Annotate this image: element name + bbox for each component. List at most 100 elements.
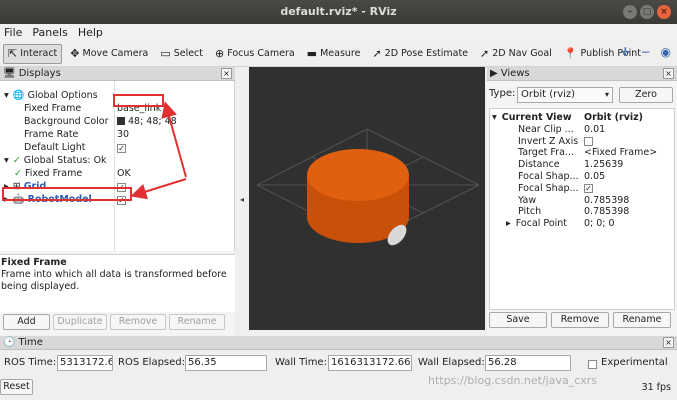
- zero-button[interactable]: Zero: [619, 87, 673, 103]
- globe-icon: 🌐: [12, 90, 25, 101]
- tool-2d-pose-estimate[interactable]: ➚ 2D Pose Estimate: [368, 44, 472, 64]
- view-row-pitch[interactable]: Pitch 0.785398: [490, 206, 674, 218]
- remove-button[interactable]: Remove: [110, 314, 166, 330]
- row-value[interactable]: 0.01: [584, 124, 605, 136]
- window-titlebar: default.rviz* - RViz – □ ×: [0, 0, 677, 24]
- tool-move-camera[interactable]: ✥ Move Camera: [66, 44, 152, 64]
- row-text: Current View: [501, 112, 572, 123]
- row-value[interactable]: 0; 0; 0: [584, 218, 615, 230]
- row-text: Pitch: [518, 206, 542, 218]
- wall-elapsed-field[interactable]: 56.28: [485, 355, 571, 371]
- chevron-down-icon[interactable]: ▾: [4, 90, 9, 101]
- rename-view-button[interactable]: Rename: [613, 312, 671, 328]
- row-value[interactable]: 0.785398: [584, 195, 629, 207]
- menu-file[interactable]: File: [4, 26, 22, 39]
- value-text: OK: [117, 168, 131, 179]
- row-text: Fixed Frame: [24, 168, 83, 179]
- views-title: Views: [500, 68, 530, 79]
- row-value[interactable]: 30: [117, 128, 129, 141]
- chevron-down-icon: ▾: [604, 90, 609, 99]
- row-value[interactable]: ✓: [584, 183, 593, 193]
- view-type-select[interactable]: Orbit (rviz) ▾: [517, 87, 613, 103]
- row-text: Focal Point: [515, 218, 568, 230]
- menu-bar: File Panels Help: [0, 24, 677, 41]
- tool-interact[interactable]: ⇱ Interact: [3, 43, 63, 64]
- tool-select[interactable]: ▭ Select: [156, 44, 207, 64]
- tool-2d-nav-goal[interactable]: ➚ 2D Nav Goal: [476, 44, 556, 64]
- minimize-button[interactable]: –: [623, 5, 637, 19]
- row-label: Frame Rate: [24, 128, 78, 141]
- view-row-current-view[interactable]: ▾ Current View Orbit (rviz): [490, 112, 674, 124]
- row-text: Invert Z Axis: [518, 135, 579, 147]
- view-row-focal-shap-[interactable]: Focal Shap... ✓: [490, 183, 674, 195]
- row-label: ✓ Fixed Frame: [14, 167, 82, 180]
- view-row-near-clip-[interactable]: Near Clip ... 0.01: [490, 124, 674, 136]
- close-icon[interactable]: ×: [221, 68, 232, 79]
- views-tree[interactable]: ▾ Current View Orbit (rviz) Near Clip ... 0.…: [489, 108, 675, 310]
- tool-measure[interactable]: ▬ Measure: [303, 44, 365, 64]
- row-value[interactable]: OK: [117, 167, 131, 180]
- close-icon[interactable]: ×: [663, 68, 674, 79]
- time-row: ROS Time: 5313172.63 ROS Elapsed: 56.35 …: [0, 353, 677, 373]
- value-text: ✓: [117, 144, 126, 153]
- ros-time-field[interactable]: 5313172.63: [57, 355, 113, 371]
- ros-elapsed-field[interactable]: 56.35: [185, 355, 267, 371]
- property-description: Fixed Frame Frame into which all data is…: [0, 254, 235, 312]
- display-row-frame-rate[interactable]: Frame Rate 30: [0, 128, 233, 141]
- toolbar-right-icons: ✛ − ◉: [620, 45, 671, 59]
- remove-tool-icon[interactable]: −: [640, 45, 650, 59]
- row-value[interactable]: [584, 136, 593, 146]
- maximize-button[interactable]: □: [640, 5, 654, 19]
- ros-elapsed-label: ROS Elapsed:: [118, 357, 185, 368]
- row-label: Yaw: [518, 195, 536, 207]
- move-camera-icon: ✥: [70, 47, 80, 60]
- tool-focus-camera[interactable]: ⊕ Focus Camera: [211, 44, 299, 64]
- view-row-invert-z-axis[interactable]: Invert Z Axis: [490, 136, 674, 148]
- row-value[interactable]: 0.785398: [584, 206, 629, 218]
- displays-button-row: Add Duplicate Remove Rename: [0, 311, 235, 333]
- display-row-background-color[interactable]: Background Color 48; 48; 48: [0, 115, 233, 128]
- row-value[interactable]: 1.25639: [584, 159, 623, 171]
- view-row-distance[interactable]: Distance 1.25639: [490, 159, 674, 171]
- close-icon[interactable]: ×: [663, 337, 674, 348]
- view-row-target-fra-[interactable]: Target Fra... <Fixed Frame>: [490, 147, 674, 159]
- cursor-icon: ⇱: [8, 47, 18, 60]
- tool-label: Focus Camera: [227, 48, 295, 59]
- focus-camera-icon: ⊕: [215, 47, 225, 60]
- close-button[interactable]: ×: [657, 5, 671, 19]
- reset-button[interactable]: Reset: [0, 379, 33, 395]
- menu-panels[interactable]: Panels: [32, 26, 67, 39]
- remove-view-button[interactable]: Remove: [551, 312, 609, 328]
- display-row-default-light[interactable]: Default Light ✓: [0, 141, 233, 154]
- row-value[interactable]: <Fixed Frame>: [584, 147, 657, 159]
- camera-type-icon[interactable]: ◉: [661, 45, 671, 59]
- rename-button[interactable]: Rename: [169, 314, 225, 330]
- row-value[interactable]: 48; 48; 48: [117, 115, 177, 128]
- display-row-global-status-ok[interactable]: ▾ ✓ Global Status: Ok: [0, 154, 233, 167]
- time-panel: 🕒 Time × ROS Time: 5313172.63 ROS Elapse…: [0, 336, 677, 400]
- render-viewport[interactable]: [249, 67, 485, 330]
- display-row-fixed-frame[interactable]: ✓ Fixed Frame OK: [0, 167, 233, 180]
- row-value[interactable]: 0.05: [584, 171, 605, 183]
- chevron-down-icon[interactable]: ▾: [4, 155, 9, 166]
- view-row-focal-point[interactable]: ▸ Focal Point 0; 0; 0: [490, 218, 674, 230]
- chevron-right-icon[interactable]: ▸: [506, 218, 511, 229]
- menu-help[interactable]: Help: [78, 26, 103, 39]
- collapse-left-icon[interactable]: ◂: [240, 195, 244, 204]
- row-value[interactable]: Orbit (rviz): [584, 112, 643, 124]
- add-tool-icon[interactable]: ✛: [620, 45, 630, 59]
- row-value[interactable]: ✓: [117, 141, 126, 154]
- publish-point-icon: 📍: [563, 47, 578, 60]
- add-button[interactable]: Add: [3, 314, 50, 330]
- chevron-down-icon[interactable]: ▾: [492, 112, 497, 123]
- view-row-yaw[interactable]: Yaw 0.785398: [490, 195, 674, 207]
- wall-time-field[interactable]: 1616313172.66: [328, 355, 412, 371]
- save-button[interactable]: Save: [489, 312, 547, 328]
- monitor-icon: 🖥: [3, 68, 16, 79]
- description-title: Fixed Frame: [1, 257, 67, 268]
- experimental-label: Experimental: [601, 357, 668, 368]
- duplicate-button[interactable]: Duplicate: [53, 314, 107, 330]
- tool-label: 2D Nav Goal: [492, 48, 552, 59]
- row-label: Fixed Frame: [24, 102, 81, 115]
- view-row-focal-shap-[interactable]: Focal Shap... 0.05: [490, 171, 674, 183]
